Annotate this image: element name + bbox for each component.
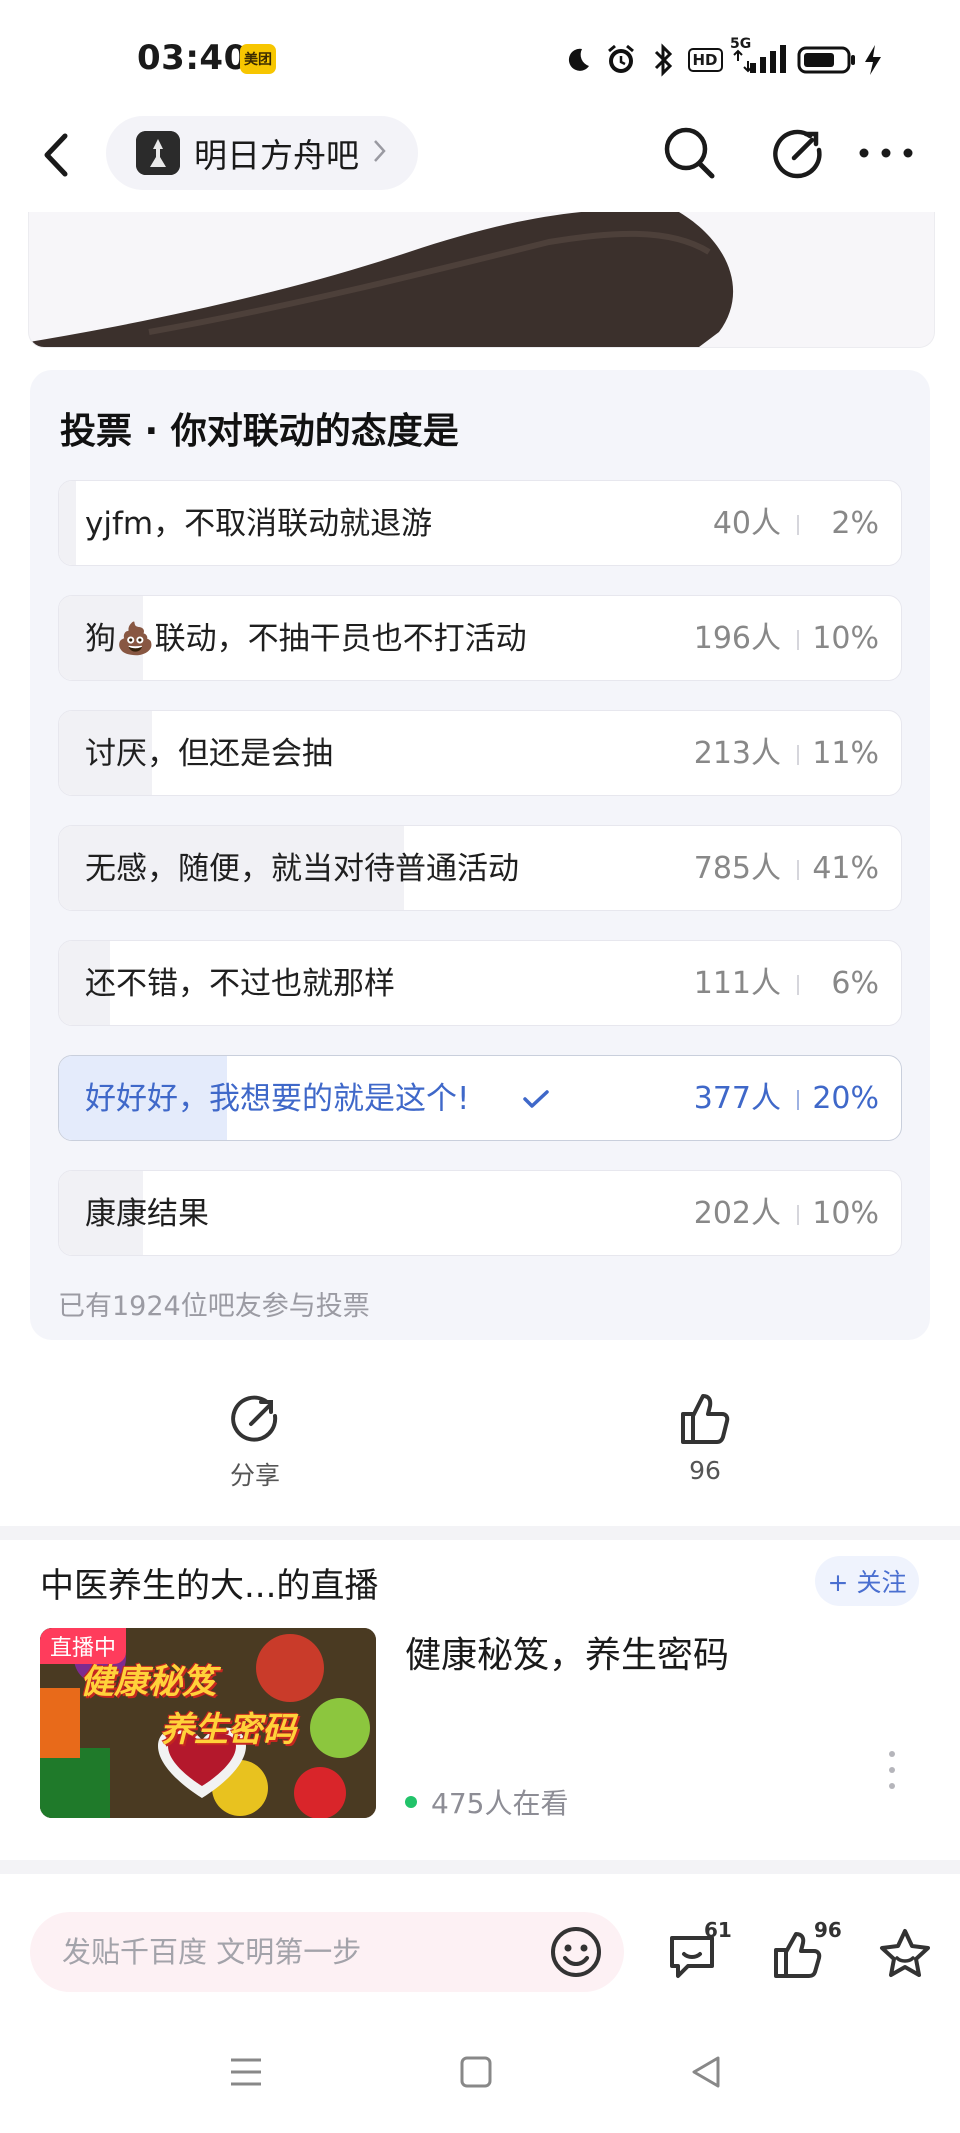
like-bottom-button[interactable]: 96: [770, 1918, 850, 1982]
poll-option-label: 狗💩联动，不抽干员也不打活动: [85, 621, 527, 657]
system-menu-icon[interactable]: [228, 2054, 264, 2090]
poll-option-label: 讨厌，但还是会抽: [85, 736, 333, 772]
poll-option-label: 无感，随便，就当对待普通活动: [85, 851, 519, 887]
section-divider: [0, 1526, 960, 1540]
poll-option-percent: 11%: [812, 736, 879, 771]
separator: [797, 515, 799, 535]
signal-5g-icon: 5G: [728, 36, 788, 80]
emoji-icon[interactable]: [548, 1924, 604, 1980]
comment-button[interactable]: 61: [664, 1918, 744, 1982]
poll-option-percent: 20%: [812, 1081, 879, 1116]
system-home-icon[interactable]: [458, 2054, 494, 2090]
compose-icon[interactable]: [770, 122, 826, 184]
moon-icon: [560, 40, 594, 80]
poll-option[interactable]: 讨厌，但还是会抽 213人 11%: [58, 710, 902, 796]
hd-icon: HD: [687, 40, 723, 80]
poll-option-selected[interactable]: 好好好，我想要的就是这个! 377人 20%: [58, 1055, 902, 1141]
like-bottom-count: 96: [814, 1918, 842, 1942]
poll-option-label: yjfm，不取消联动就退游: [85, 506, 433, 542]
battery-icon: [796, 40, 858, 80]
post-image[interactable]: [28, 212, 935, 348]
forum-link[interactable]: 明日方舟吧: [106, 116, 418, 190]
charging-icon: [862, 40, 884, 80]
vertical-more-icon[interactable]: [882, 1748, 902, 1792]
poll-option-label: 好好好，我想要的就是这个!: [85, 1081, 470, 1117]
chevron-right-icon: [371, 137, 387, 169]
section-divider: [0, 1860, 960, 1874]
poll-participants: 已有1924位吧友参与投票: [58, 1291, 370, 1322]
separator: [797, 975, 799, 995]
separator: [797, 1205, 799, 1225]
status-time: 03:40: [137, 38, 248, 78]
live-headline[interactable]: 健康秘笈，养生密码: [405, 1626, 729, 1678]
bluetooth-icon: [646, 40, 680, 80]
poll-title: 投票 · 你对联动的态度是: [60, 411, 459, 452]
share-icon: [227, 1395, 283, 1452]
search-icon[interactable]: [660, 122, 720, 184]
live-badge: 直播中: [40, 1628, 127, 1664]
comment-input[interactable]: [30, 1912, 624, 1992]
alarm-icon: [602, 40, 640, 80]
poll-option-count: 111人: [693, 966, 781, 1001]
separator: [797, 745, 799, 765]
poll-option[interactable]: yjfm，不取消联动就退游 40人 2%: [58, 480, 902, 566]
poll-option-percent: 10%: [812, 1196, 879, 1231]
thumbnail-text-line2: 养生密码: [160, 1710, 296, 1750]
viewer-count: 475人在看: [405, 1782, 568, 1822]
live-thumbnail[interactable]: 健康秘笈 养生密码 直播中: [40, 1628, 376, 1818]
meituan-notification-icon: 美团: [240, 44, 276, 74]
like-button[interactable]: 96: [670, 1388, 740, 1492]
live-streamer-title[interactable]: 中医养生的大...的直播: [40, 1558, 378, 1607]
back-icon[interactable]: [35, 124, 83, 186]
share-label: 分享: [229, 1461, 280, 1490]
poll-option-label: 还不错，不过也就那样: [85, 966, 395, 1002]
check-icon: [521, 1084, 551, 1118]
forum-avatar: [136, 131, 180, 175]
separator: [797, 630, 799, 650]
poll-option-percent: 2%: [831, 506, 879, 541]
poll-option[interactable]: 无感，随便，就当对待普通活动 785人 41%: [58, 825, 902, 911]
share-button[interactable]: 分享: [220, 1392, 290, 1492]
poll-option-count: 213人: [693, 736, 781, 771]
poll-option-count: 377人: [693, 1081, 781, 1116]
separator: [797, 860, 799, 880]
star-icon[interactable]: [876, 1926, 934, 1982]
thumbs-up-icon: [675, 1394, 735, 1452]
poll-option-percent: 41%: [812, 851, 879, 886]
comment-count: 61: [704, 1918, 732, 1942]
poll-option-count: 785人: [693, 851, 781, 886]
separator: [797, 1090, 799, 1110]
forum-name: 明日方舟吧: [194, 136, 359, 175]
like-count: 96: [689, 1456, 721, 1485]
follow-button[interactable]: + 关注: [815, 1556, 919, 1606]
poll-option-label: 康康结果: [85, 1196, 209, 1232]
viewer-count-text: 475人在看: [431, 1787, 569, 1820]
poll-option-bar: [59, 481, 76, 565]
online-dot-icon: [405, 1796, 417, 1808]
poll-option-percent: 10%: [812, 621, 879, 656]
more-icon[interactable]: [856, 138, 916, 168]
system-back-icon[interactable]: [688, 2054, 724, 2090]
poll-option-count: 202人: [693, 1196, 781, 1231]
poll-option-count: 196人: [693, 621, 781, 656]
poll-option-count: 40人: [712, 506, 781, 541]
poll-option[interactable]: 康康结果 202人 10%: [58, 1170, 902, 1256]
poll-option[interactable]: 还不错，不过也就那样 111人 6%: [58, 940, 902, 1026]
poll-option-percent: 6%: [831, 966, 879, 1001]
poll-option[interactable]: 狗💩联动，不抽干员也不打活动 196人 10%: [58, 595, 902, 681]
